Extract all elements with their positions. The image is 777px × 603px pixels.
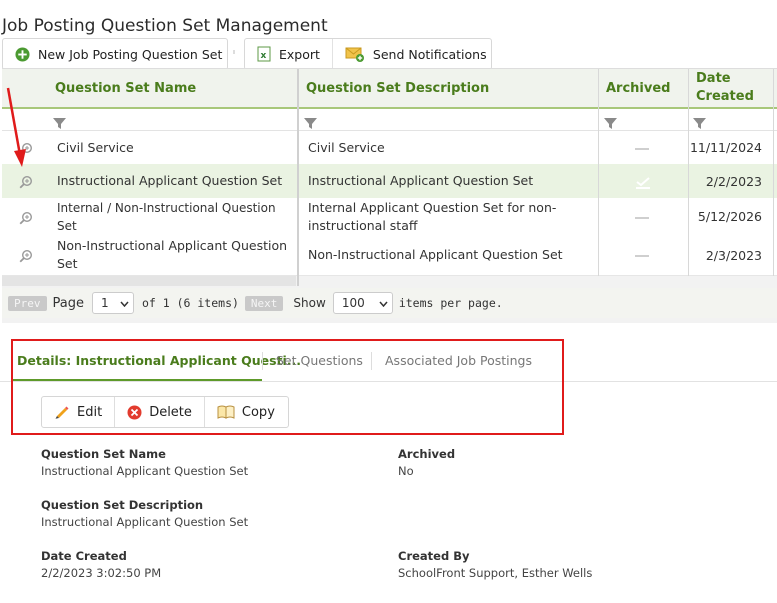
- field-value: SchoolFront Support, Esther Wells: [398, 566, 593, 580]
- field-question-set-description: Question Set Description Instructional A…: [41, 498, 248, 529]
- table-row-selected[interactable]: Instructional Applicant Question Set Ins…: [2, 164, 777, 199]
- send-notifications-label: Send Notifications: [372, 46, 487, 62]
- field-label: Date Created: [41, 549, 127, 563]
- table-row[interactable]: Non-Instructional Applicant Question Set…: [2, 235, 777, 276]
- page-title: Job Posting Question Set Management: [2, 16, 328, 36]
- field-question-set-name: Question Set Name Instructional Applican…: [41, 447, 248, 478]
- toolbar-export: x Export Send Notifications: [244, 38, 492, 70]
- table-row[interactable]: Internal / Non-Instructional Question Se…: [2, 198, 777, 236]
- question-set-grid: Question Set Name Question Set Descripti…: [2, 68, 777, 323]
- copy-button[interactable]: Copy: [205, 397, 287, 427]
- filter-row: [2, 109, 777, 131]
- svg-text:x: x: [261, 51, 267, 61]
- pencil-icon: [54, 405, 70, 419]
- row-description: Internal Applicant Question Set for non-…: [308, 199, 557, 233]
- column-divider: [598, 69, 599, 276]
- field-archived: Archived No: [398, 447, 455, 478]
- export-label: Export: [279, 46, 320, 62]
- field-value: 2/2/2023 3:02:50 PM: [41, 566, 162, 580]
- next-page-button[interactable]: Next: [244, 295, 284, 311]
- row-date: 2/2/2023: [705, 173, 762, 189]
- per-page-suffix: items per page.: [398, 296, 503, 310]
- plus-circle-icon: [15, 46, 30, 62]
- page-label: Page: [52, 295, 84, 311]
- table-row[interactable]: Civil Service Civil Service 11/11/2024: [2, 131, 777, 165]
- column-divider[interactable]: [297, 69, 299, 286]
- column-header-date-created[interactable]: Date Created: [696, 69, 754, 107]
- column-header-archived[interactable]: Archived: [606, 69, 671, 107]
- row-description: Non-Instructional Applicant Question Set: [308, 247, 563, 262]
- date-header-line1: Date: [696, 71, 731, 86]
- zoom-icon[interactable]: [19, 174, 33, 193]
- field-label: Created By: [398, 549, 470, 563]
- field-label: Question Set Description: [41, 498, 204, 512]
- grid-pager: Prev Page 1 of 1 (6 items) Next Show 100…: [2, 288, 777, 318]
- per-page-select[interactable]: 100: [332, 292, 393, 314]
- zoom-icon[interactable]: [19, 210, 33, 229]
- check-icon: [635, 175, 651, 194]
- arrow-annotation: [6, 87, 26, 167]
- row-date: 11/11/2024: [689, 140, 762, 155]
- column-header-name[interactable]: Question Set Name: [55, 69, 196, 107]
- chevron-down-icon: [120, 296, 129, 310]
- horizontal-scrollbar[interactable]: [2, 276, 296, 286]
- tab-details[interactable]: Details: Instructional Applicant Questi.…: [17, 340, 301, 380]
- chevron-down-icon: [379, 296, 388, 310]
- zoom-icon[interactable]: [19, 248, 33, 267]
- edit-button[interactable]: Edit: [42, 397, 116, 427]
- row-description: Civil Service: [308, 139, 385, 155]
- field-created-by: Created By SchoolFront Support, Esther W…: [398, 549, 592, 580]
- toolbar-new: New Job Posting Question Set: [2, 38, 228, 70]
- field-label: Archived: [398, 447, 456, 461]
- active-tab-indicator: [13, 379, 262, 381]
- grid-header: Question Set Name Question Set Descripti…: [2, 69, 777, 109]
- tab-set-questions[interactable]: Set Questions: [276, 340, 363, 380]
- archived-unchecked: [635, 147, 649, 150]
- date-header-line2: Created: [696, 89, 754, 104]
- field-date-created: Date Created 2/2/2023 3:02:50 PM: [41, 549, 161, 580]
- page-select-value: 1: [100, 296, 109, 310]
- tab-divider: [371, 352, 372, 370]
- tab-divider: [262, 352, 263, 370]
- delete-button[interactable]: Delete: [115, 397, 205, 427]
- send-notifications-button[interactable]: Send Notifications: [333, 39, 499, 69]
- copy-label: Copy: [241, 404, 275, 420]
- row-name: Non-Instructional Applicant Question Set: [57, 238, 288, 271]
- field-value: Instructional Applicant Question Set: [41, 515, 249, 529]
- export-button[interactable]: x Export: [245, 39, 333, 69]
- new-question-set-button[interactable]: New Job Posting Question Set: [3, 39, 234, 69]
- tab-associated-job-postings[interactable]: Associated Job Postings: [385, 340, 532, 380]
- delete-x-icon: [127, 405, 142, 420]
- delete-label: Delete: [149, 404, 192, 420]
- field-label: Question Set Name: [41, 447, 166, 461]
- row-date: 2/3/2023: [705, 247, 762, 263]
- page-count-text: of 1 (6 items): [141, 296, 239, 310]
- archived-unchecked: [635, 216, 649, 219]
- field-value: No: [398, 464, 414, 478]
- book-icon: [217, 405, 235, 419]
- edit-label: Edit: [77, 404, 103, 420]
- row-name: Instructional Applicant Question Set: [57, 173, 283, 188]
- detail-tabs: Details: Instructional Applicant Questi.…: [0, 340, 777, 382]
- detail-actions: Edit Delete Copy: [41, 396, 289, 428]
- row-date: 5/12/2026: [697, 209, 762, 224]
- per-page-value: 100: [341, 296, 365, 310]
- show-label: Show: [293, 296, 326, 310]
- field-value: Instructional Applicant Question Set: [41, 464, 249, 478]
- row-name: Civil Service: [57, 139, 134, 155]
- archived-unchecked: [635, 255, 649, 257]
- prev-page-button[interactable]: Prev: [8, 295, 47, 311]
- envelope-plus-icon: [345, 46, 365, 62]
- excel-icon: x: [257, 46, 271, 62]
- column-divider: [773, 69, 774, 276]
- column-header-description[interactable]: Question Set Description: [306, 69, 489, 107]
- new-question-set-label: New Job Posting Question Set: [38, 46, 223, 62]
- row-description: Instructional Applicant Question Set: [308, 173, 534, 188]
- toolbar-separator: [233, 50, 235, 54]
- page-select[interactable]: 1: [91, 292, 134, 314]
- column-divider: [688, 69, 689, 276]
- row-name: Internal / Non-Instructional Question Se…: [57, 200, 276, 233]
